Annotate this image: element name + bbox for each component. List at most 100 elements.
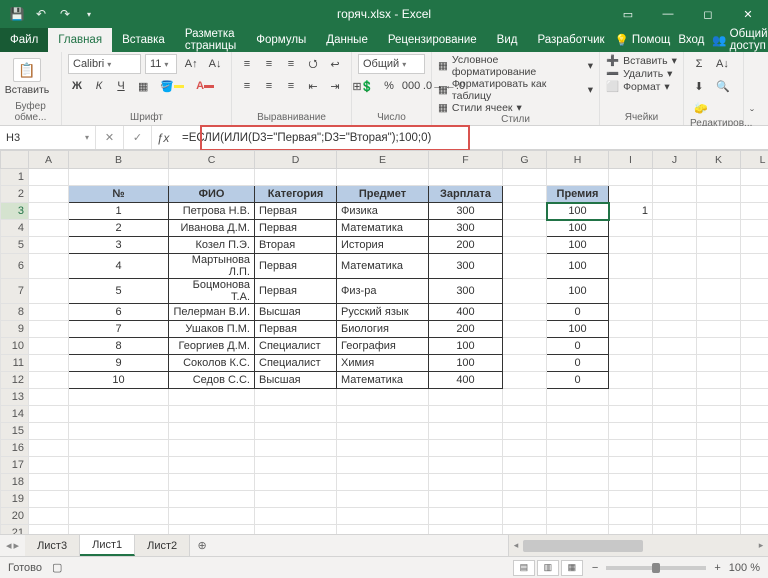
cell-K17[interactable] — [697, 457, 741, 474]
percent-icon[interactable]: % — [380, 76, 398, 96]
cell-I13[interactable] — [609, 389, 653, 406]
cell-G15[interactable] — [503, 423, 547, 440]
cell-D18[interactable] — [255, 474, 337, 491]
row-header-7[interactable]: 7 — [1, 279, 29, 304]
cell-E12[interactable]: Математика — [337, 372, 429, 389]
col-header-F[interactable]: F — [429, 151, 503, 169]
cell-A14[interactable] — [29, 406, 69, 423]
qat-more-icon[interactable]: ▾ — [80, 5, 98, 23]
cell-G17[interactable] — [503, 457, 547, 474]
cell-A21[interactable] — [29, 525, 69, 535]
cell-C12[interactable]: Седов С.С. — [169, 372, 255, 389]
cell-D3[interactable]: Первая — [255, 203, 337, 220]
zoom-in-icon[interactable]: + — [714, 562, 720, 574]
comma-icon[interactable]: 000 — [402, 76, 420, 96]
cell-B12[interactable]: 10 — [69, 372, 169, 389]
cell-C14[interactable] — [169, 406, 255, 423]
cell-I17[interactable] — [609, 457, 653, 474]
cell-J13[interactable] — [653, 389, 697, 406]
cell-H8[interactable]: 0 — [547, 304, 609, 321]
cell-C21[interactable] — [169, 525, 255, 535]
cell-D10[interactable]: Специалист — [255, 338, 337, 355]
cell-H15[interactable] — [547, 423, 609, 440]
cell-F9[interactable]: 200 — [429, 321, 503, 338]
cell-F12[interactable]: 400 — [429, 372, 503, 389]
cell-B4[interactable]: 2 — [69, 220, 169, 237]
cell-H20[interactable] — [547, 508, 609, 525]
wrap-text-button[interactable]: ↩ — [326, 54, 344, 74]
cell-G16[interactable] — [503, 440, 547, 457]
cell-C16[interactable] — [169, 440, 255, 457]
format-as-table-button[interactable]: ▦ Форматировать как таблицу ▾ — [438, 78, 593, 102]
share-button[interactable]: 👥 Общий доступ — [712, 28, 767, 52]
font-selector[interactable]: Calibri — [68, 54, 141, 74]
col-header-B[interactable]: B — [69, 151, 169, 169]
cell-F6[interactable]: 300 — [429, 254, 503, 279]
cell-B20[interactable] — [69, 508, 169, 525]
cell-C10[interactable]: Георгиев Д.М. — [169, 338, 255, 355]
cell-L15[interactable] — [741, 423, 768, 440]
col-header-G[interactable]: G — [503, 151, 547, 169]
cell-K13[interactable] — [697, 389, 741, 406]
align-center-icon[interactable]: ≡ — [260, 76, 278, 96]
cell-G21[interactable] — [503, 525, 547, 535]
row-header-20[interactable]: 20 — [1, 508, 29, 525]
col-header-C[interactable]: C — [169, 151, 255, 169]
cell-E5[interactable]: История — [337, 237, 429, 254]
cell-C19[interactable] — [169, 491, 255, 508]
col-header-I[interactable]: I — [609, 151, 653, 169]
cell-D15[interactable] — [255, 423, 337, 440]
row-header-15[interactable]: 15 — [1, 423, 29, 440]
cell-J15[interactable] — [653, 423, 697, 440]
scroll-right-icon[interactable]: ▸ — [754, 540, 768, 551]
cell-D19[interactable] — [255, 491, 337, 508]
cell-K20[interactable] — [697, 508, 741, 525]
cell-C8[interactable]: Пелерман В.И. — [169, 304, 255, 321]
cell-J18[interactable] — [653, 474, 697, 491]
cell-C18[interactable] — [169, 474, 255, 491]
cell-L13[interactable] — [741, 389, 768, 406]
cell-L20[interactable] — [741, 508, 768, 525]
tab-review[interactable]: Рецензирование — [378, 28, 487, 52]
cell-F3[interactable]: 300 — [429, 203, 503, 220]
cell-F5[interactable]: 200 — [429, 237, 503, 254]
cell-K15[interactable] — [697, 423, 741, 440]
cell-F16[interactable] — [429, 440, 503, 457]
tab-view[interactable]: Вид — [487, 28, 528, 52]
cell-J21[interactable] — [653, 525, 697, 535]
cell-A17[interactable] — [29, 457, 69, 474]
cell-A15[interactable] — [29, 423, 69, 440]
cell-I3[interactable]: 1 — [609, 203, 653, 220]
cell-E17[interactable] — [337, 457, 429, 474]
cell-K14[interactable] — [697, 406, 741, 423]
tab-developer[interactable]: Разработчик — [527, 28, 614, 52]
cell-I16[interactable] — [609, 440, 653, 457]
format-cells-button[interactable]: ⬜ Формат ▾ — [606, 80, 677, 93]
view-break-icon[interactable]: ▦ — [561, 560, 583, 576]
row-header-21[interactable]: 21 — [1, 525, 29, 535]
cell-I15[interactable] — [609, 423, 653, 440]
tab-layout[interactable]: Разметка страницы — [175, 28, 246, 52]
cell-C3[interactable]: Петрова Н.В. — [169, 203, 255, 220]
col-header-H[interactable]: H — [547, 151, 609, 169]
cell-E21[interactable] — [337, 525, 429, 535]
cell-C13[interactable] — [169, 389, 255, 406]
align-bot-icon[interactable]: ≡ — [282, 54, 300, 74]
enter-icon[interactable]: ✓ — [124, 126, 152, 149]
row-header-18[interactable]: 18 — [1, 474, 29, 491]
cell-A13[interactable] — [29, 389, 69, 406]
cell-D21[interactable] — [255, 525, 337, 535]
cell-H11[interactable]: 0 — [547, 355, 609, 372]
cell-H3[interactable]: 100 — [547, 203, 609, 220]
cell-I11[interactable] — [609, 355, 653, 372]
cell-E1[interactable] — [337, 169, 429, 186]
cell-B14[interactable] — [69, 406, 169, 423]
cell-D17[interactable] — [255, 457, 337, 474]
row-header-3[interactable]: 3 — [1, 203, 29, 220]
font-color-button[interactable]: A — [192, 76, 218, 96]
cell-D12[interactable]: Высшая — [255, 372, 337, 389]
cell-G18[interactable] — [503, 474, 547, 491]
cell-I8[interactable] — [609, 304, 653, 321]
bold-button[interactable]: Ж — [68, 76, 86, 96]
ribbon-options-icon[interactable]: ▭ — [608, 0, 648, 28]
